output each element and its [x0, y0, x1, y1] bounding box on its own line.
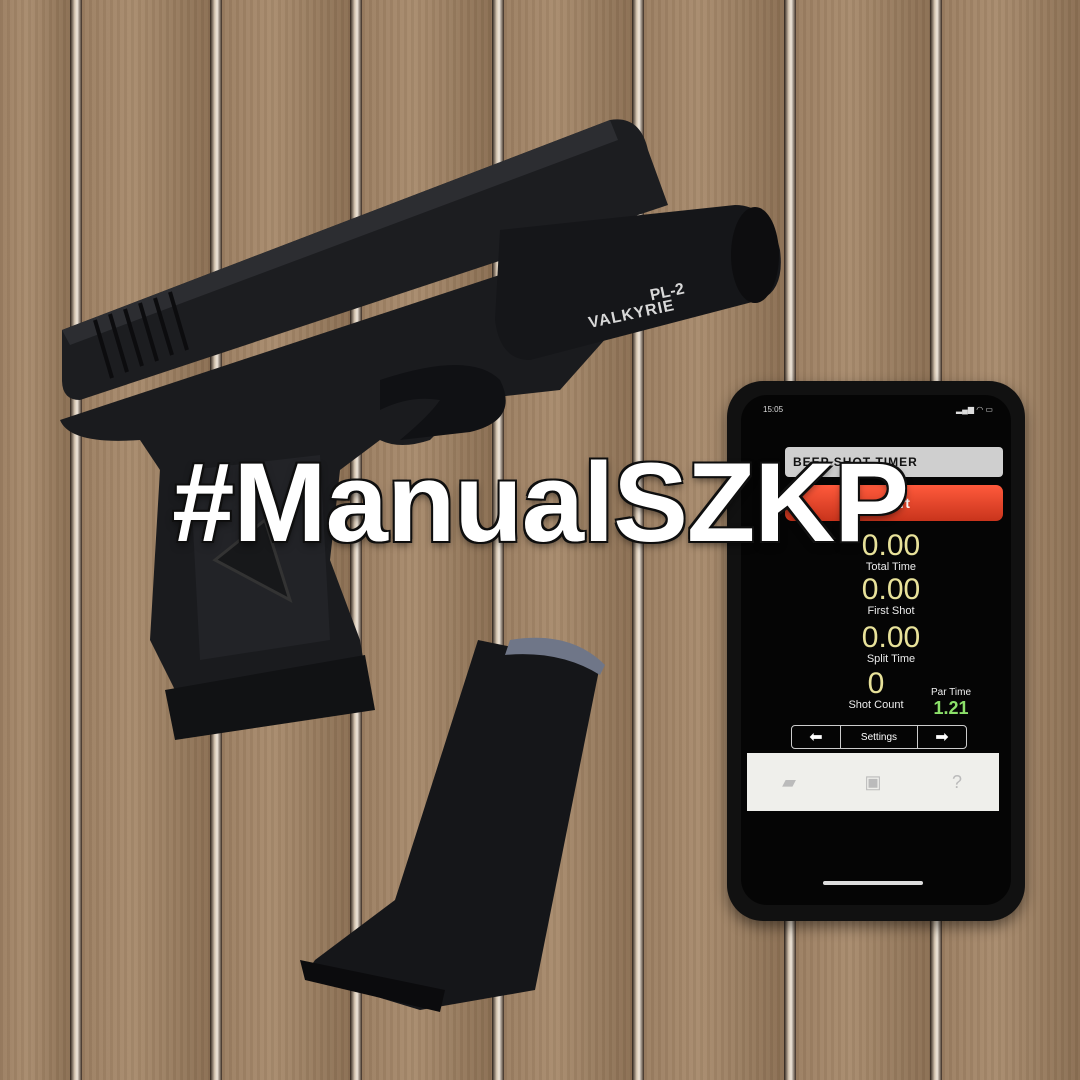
hashtag-overlay: #ManualSZKP: [172, 440, 909, 565]
split-time-readout: 0.00 Split Time: [791, 621, 991, 666]
photo-scene: PL-2 VALKYRIE 15:05 ▂▄▆ ◠ ▭ BEEP SHOT TI…: [0, 0, 1080, 1080]
par-time-readout: Par Time 1.21: [931, 687, 971, 719]
status-time: 15:05: [763, 405, 784, 414]
settings-button[interactable]: Settings: [841, 726, 918, 748]
arrow-right-icon[interactable]: ➡: [918, 726, 966, 748]
arrow-left-icon[interactable]: ⬅: [792, 726, 841, 748]
help-icon[interactable]: ?: [915, 753, 999, 811]
split-time-label: Split Time: [866, 653, 916, 665]
status-icons: ▂▄▆ ◠ ▭: [956, 405, 993, 414]
tab-bar: ▰ ▣ ?: [747, 753, 999, 811]
par-time-label: Par Time: [931, 687, 972, 698]
split-time-value: 0.00: [861, 621, 921, 654]
pistol-icon[interactable]: ▰: [747, 753, 831, 811]
book-icon[interactable]: ▣: [831, 753, 915, 811]
home-indicator: [823, 881, 923, 885]
first-shot-readout: 0.00 First Shot: [791, 573, 991, 618]
par-time-value: 1.21: [933, 698, 969, 718]
first-shot-value: 0.00: [861, 573, 921, 606]
first-shot-label: First Shot: [867, 605, 915, 617]
status-bar: 15:05 ▂▄▆ ◠ ▭: [763, 405, 993, 414]
settings-nav-row: ⬅ Settings ➡: [791, 725, 967, 749]
